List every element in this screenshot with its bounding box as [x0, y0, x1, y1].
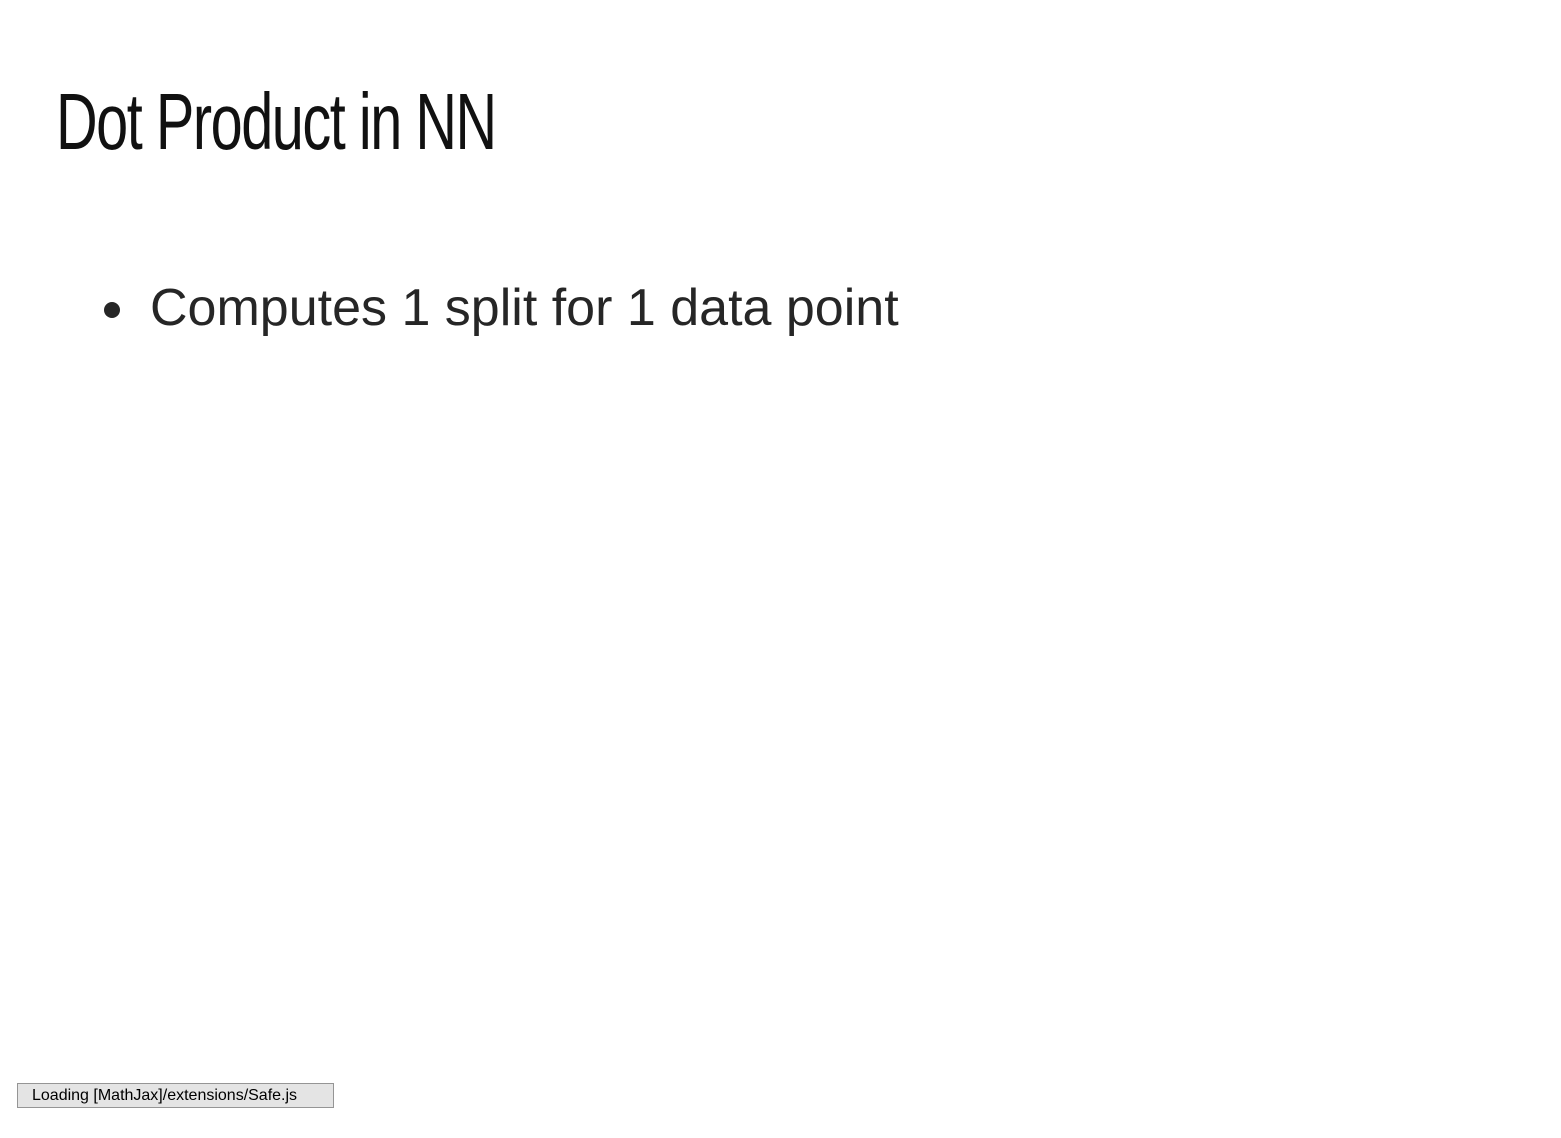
bullet-list: Computes 1 split for 1 data point	[104, 272, 899, 344]
mathjax-loading-status: Loading [MathJax]/extensions/Safe.js	[17, 1083, 334, 1108]
slide-title: Dot Product in NN	[56, 77, 497, 166]
bullet-dot-icon	[104, 302, 120, 318]
bullet-text: Computes 1 split for 1 data point	[150, 279, 899, 337]
bullet-item: Computes 1 split for 1 data point	[104, 272, 899, 344]
slide: Dot Product in NN Computes 1 split for 1…	[0, 0, 1561, 1138]
